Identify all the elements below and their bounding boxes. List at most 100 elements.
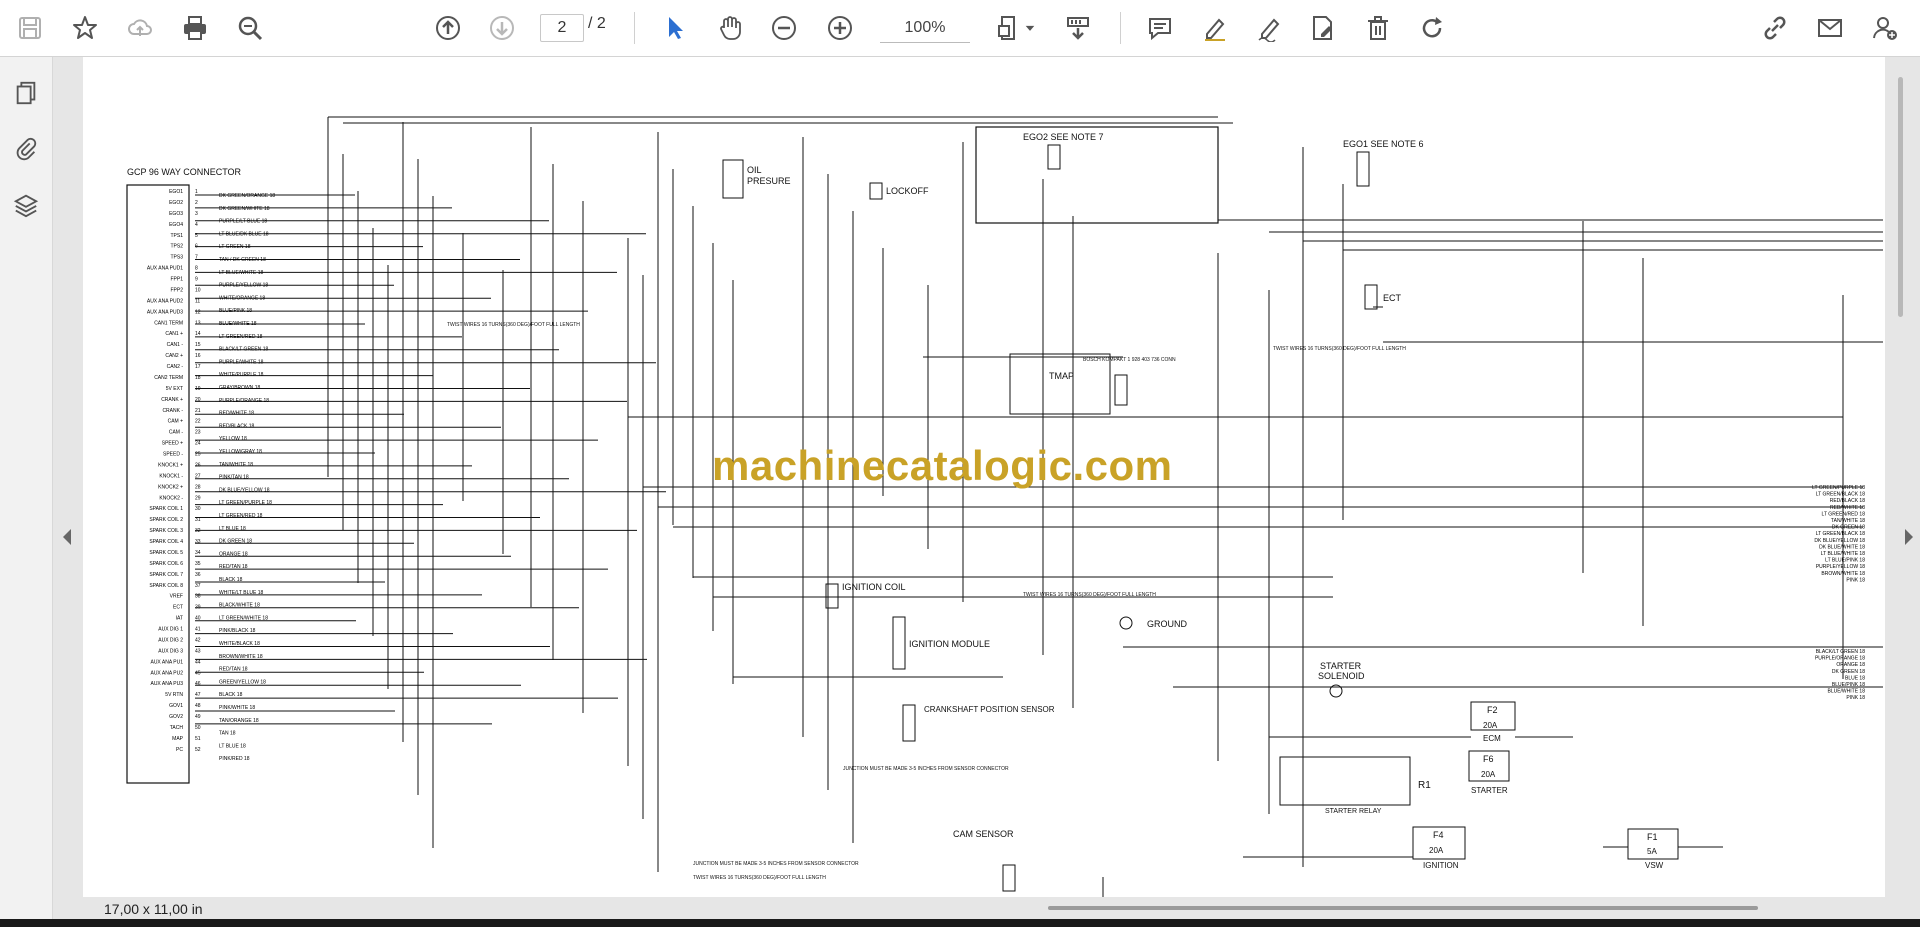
edge-wire-label: BLUE/WHITE 18 xyxy=(1827,689,1865,695)
cloud-upload-icon[interactable] xyxy=(120,8,160,48)
collapse-right-icon[interactable] xyxy=(1903,527,1915,547)
ego2-label: EGO2 SEE NOTE 7 xyxy=(1023,132,1104,142)
wire-label: PURPLE/WHITE 18 xyxy=(219,359,264,365)
bookmark-star-icon[interactable] xyxy=(65,8,105,48)
delete-trash-icon[interactable] xyxy=(1358,8,1398,48)
zoom-in-icon[interactable] xyxy=(820,8,860,48)
f4-amp-label: 20A xyxy=(1429,846,1444,855)
wire-label: DK BLUE/YELLOW 18 xyxy=(219,487,270,493)
pin-number: 35 xyxy=(195,561,201,567)
pin-label: CAN1 - xyxy=(167,342,184,348)
pin-number: 3 xyxy=(195,211,198,217)
starter-label: STARTER xyxy=(1471,786,1508,795)
presure-label: PRESURE xyxy=(747,176,791,186)
ect-label: ECT xyxy=(1383,293,1402,303)
previous-page-icon[interactable] xyxy=(428,8,468,48)
pin-number: 30 xyxy=(195,506,201,512)
pin-label: CAN1 + xyxy=(165,331,183,337)
edge-wire-label: LT GREEN/BLACK 18 xyxy=(1816,531,1865,537)
horizontal-scrollbar[interactable] xyxy=(1048,906,1758,910)
pin-label: CAM - xyxy=(169,430,184,436)
pin-label: SPARK COIL 4 xyxy=(149,539,183,545)
wire-label: PINK/BLACK 18 xyxy=(219,628,256,634)
wire-label: LT GREEN/RED 18 xyxy=(219,334,263,340)
layers-icon[interactable] xyxy=(8,187,44,223)
pin-number: 28 xyxy=(195,484,201,490)
wire-label: LT GREEN/WHITE 18 xyxy=(219,615,268,621)
pin-number: 50 xyxy=(195,725,201,731)
redo-icon[interactable] xyxy=(1412,8,1452,48)
pin-label: AUX ANA PU3 xyxy=(150,681,183,687)
pin-number: 14 xyxy=(195,331,201,337)
pin-label: MAP xyxy=(172,736,184,742)
pin-label: SPARK COIL 8 xyxy=(149,583,183,589)
pin-number: 11 xyxy=(195,298,200,304)
wire-label: BLUE/PINK 18 xyxy=(219,308,252,314)
wire-label: ORANGE 18 xyxy=(219,551,248,557)
save-icon[interactable] xyxy=(10,8,50,48)
wire-label: WHITE/BLACK 18 xyxy=(219,641,260,647)
edge-wire-label: DK BLUE/YELLOW 18 xyxy=(1814,538,1865,544)
share-link-icon[interactable] xyxy=(1755,8,1795,48)
zoom-level-select[interactable]: 100% xyxy=(880,14,970,43)
pin-label: SPARK COIL 6 xyxy=(149,561,183,567)
edge-wire-label: LT GREEN/RED 18 xyxy=(1822,511,1866,517)
wire-label: WHITE/PURPLE 18 xyxy=(219,372,264,378)
wire-label: RED/TAN 18 xyxy=(219,667,248,673)
wire-label: LT BLUE/WHITE 18 xyxy=(219,270,263,276)
junction-note-2: JUNCTION MUST BE MADE 3-5 INCHES FROM SE… xyxy=(693,861,859,867)
starter-solenoid-label-1: STARTER xyxy=(1320,661,1362,671)
pin-number: 37 xyxy=(195,583,201,589)
wire-label: DK GREEN 18 xyxy=(219,539,252,545)
highlight-pen-icon[interactable] xyxy=(1195,8,1235,48)
comment-icon[interactable] xyxy=(1140,8,1180,48)
pin-number: 36 xyxy=(195,572,201,578)
wire-label: PURPLE/LT BLUE 18 xyxy=(219,219,267,225)
pin-number: 16 xyxy=(195,353,201,359)
page-number-input[interactable]: 2 xyxy=(540,14,584,42)
pin-number: 34 xyxy=(195,550,201,556)
edge-wire-label: PINK 18 xyxy=(1846,695,1865,701)
pin-number: 8 xyxy=(195,266,198,272)
bosch-label: BOSCH KOMPAKT 1 928 403 736 CONN xyxy=(1083,357,1176,363)
pin-label: EGO2 xyxy=(169,200,183,206)
page-thumbnails-icon[interactable] xyxy=(8,75,44,111)
pin-number: 2 xyxy=(195,200,198,206)
pin-number: 47 xyxy=(195,692,201,698)
twist-note-2: TWIST WIRES 16 TURNS(360 DEG)/FOOT FULL … xyxy=(1273,346,1406,352)
starter-solenoid-label-2: SOLENOID xyxy=(1318,671,1365,681)
f6-label: F6 xyxy=(1483,754,1494,764)
starter-relay-label: STARTER RELAY xyxy=(1325,808,1382,815)
pin-number: 1 xyxy=(195,189,198,195)
edit-document-icon[interactable] xyxy=(1303,8,1343,48)
next-page-icon[interactable] xyxy=(482,8,522,48)
edge-wire-label: BLUE 18 xyxy=(1845,675,1865,681)
vertical-scrollbar[interactable] xyxy=(1898,77,1903,317)
hand-tool-icon[interactable] xyxy=(710,8,750,48)
pin-number: 52 xyxy=(195,747,201,753)
draw-signature-icon[interactable] xyxy=(1250,8,1290,48)
zoom-search-icon[interactable] xyxy=(230,8,270,48)
pin-label: AUX ANA PUD2 xyxy=(147,298,183,304)
chevron-down-icon[interactable] xyxy=(1020,8,1040,48)
select-cursor-icon[interactable] xyxy=(655,8,695,48)
zoom-out-icon[interactable] xyxy=(764,8,804,48)
edge-wire-label: RED/WHITE 18 xyxy=(1830,505,1865,511)
f1-label: F1 xyxy=(1647,832,1658,842)
pin-label: CAN2 - xyxy=(167,364,184,370)
account-add-icon[interactable] xyxy=(1865,8,1905,48)
attachment-icon[interactable] xyxy=(8,131,44,167)
pin-label: TPS2 xyxy=(170,244,183,250)
document-viewport[interactable]: GCP 96 WAY CONNECTOR EGO1 1 EGO2 2 EGO3 3 EGO4… xyxy=(53,57,1920,912)
wire-label: PINK/TAN 18 xyxy=(219,475,249,481)
wire-label: GRAY/BROWN 18 xyxy=(219,385,261,391)
oil-label: OIL xyxy=(747,165,762,175)
pin-label: AUX DIG 1 xyxy=(158,627,183,633)
pin-number: 32 xyxy=(195,528,201,534)
wire-label: TAN 18 xyxy=(219,731,236,737)
print-icon[interactable] xyxy=(175,8,215,48)
wire-label: DK GREEN/ORANGE 18 xyxy=(219,193,275,199)
email-icon[interactable] xyxy=(1810,8,1850,48)
scroll-mode-icon[interactable] xyxy=(1058,8,1098,48)
collapse-left-icon[interactable] xyxy=(61,527,73,547)
